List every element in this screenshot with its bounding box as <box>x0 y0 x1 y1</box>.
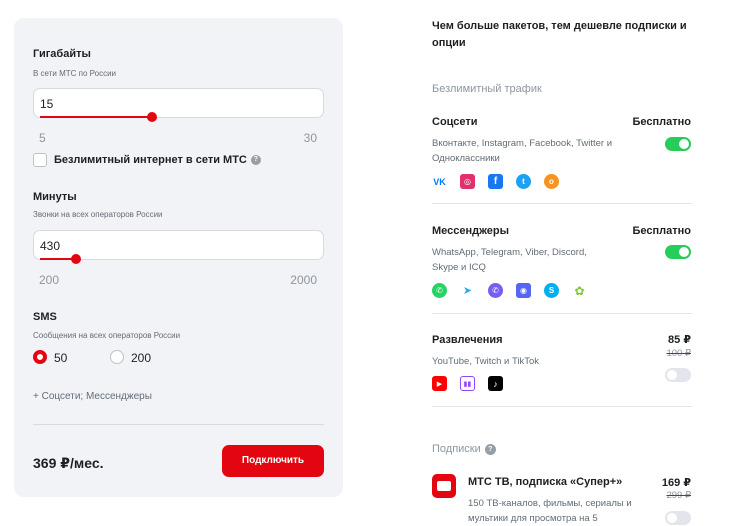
telegram-icon: ➤ <box>460 283 475 298</box>
social-desc: Вконтакте, Instagram, Facebook, Twitter … <box>432 138 612 164</box>
sms-option-50-label: 50 <box>54 351 68 365</box>
unlimited-internet-checkbox[interactable] <box>33 153 47 167</box>
unlimited-internet-label: Безлимитный интернет в сети МТС? <box>54 154 261 166</box>
youtube-icon: ▶ <box>432 376 447 391</box>
messengers-price: Бесплатно <box>632 225 692 237</box>
gigabytes-field[interactable]: 15 <box>33 88 324 122</box>
connect-button[interactable]: Подключить <box>222 445 324 477</box>
minutes-field[interactable]: 430 <box>33 230 324 264</box>
help-icon[interactable]: ? <box>250 155 261 166</box>
entertainment-price: 85 ₽ <box>668 334 691 346</box>
mts-tv-toggle[interactable] <box>665 511 691 525</box>
entertainment-old-price: 100 ₽ <box>666 348 691 359</box>
unlimited-traffic-title: Безлимитный трафик <box>432 83 542 95</box>
facebook-icon: f <box>488 174 503 189</box>
gigabytes-subtitle: В сети МТС по России <box>33 69 117 78</box>
mts-tv-price: 169 ₽ <box>661 477 691 489</box>
tv-screen-icon <box>437 481 451 491</box>
tiktok-icon: ♪ <box>488 376 503 391</box>
toggle-knob <box>667 513 677 523</box>
options-headline: Чем больше пакетов, тем дешевле подписки… <box>432 20 687 49</box>
twitch-icon: ▮▮ <box>460 376 475 391</box>
social-toggle[interactable] <box>665 137 691 151</box>
selected-addons-line: + Соцсети; Мессенджеры <box>33 391 152 402</box>
row-divider <box>432 203 692 204</box>
gigabytes-min: 5 <box>39 131 46 145</box>
card-divider <box>33 424 324 425</box>
toggle-knob <box>679 139 689 149</box>
twitter-icon: t <box>516 174 531 189</box>
viber-icon: ✆ <box>488 283 503 298</box>
minutes-slider-thumb[interactable] <box>71 254 81 264</box>
entertainment-icons: ▶ ▮▮ ♪ <box>432 376 503 392</box>
whatsapp-icon: ✆ <box>432 283 447 298</box>
gigabytes-value: 15 <box>40 97 54 111</box>
mts-tv-desc: 150 ТВ-каналов, фильмы, сериалы и мульти… <box>468 498 632 524</box>
tariff-config-card: Гигабайты В сети МТС по России 15 5 30 Б… <box>14 18 343 497</box>
messenger-icons: ✆ ➤ ✆ ◉ S ✿ <box>432 283 587 299</box>
gigabytes-max: 30 <box>303 131 317 145</box>
toggle-knob <box>667 370 677 380</box>
social-title: Соцсети <box>432 116 478 128</box>
instagram-icon: ◎ <box>460 174 475 189</box>
entertainment-toggle[interactable] <box>665 368 691 382</box>
skype-icon: S <box>544 283 559 298</box>
odnoklassniki-icon: о <box>544 174 559 189</box>
social-icons: VK ◎ f t о <box>432 174 559 190</box>
minutes-max: 2000 <box>290 273 317 287</box>
entertainment-title: Развлечения <box>432 334 503 346</box>
mts-tv-old-price: 299 ₽ <box>666 490 691 501</box>
sms-option-200-label: 200 <box>131 351 152 365</box>
messengers-toggle[interactable] <box>665 245 691 259</box>
minutes-value: 430 <box>40 239 61 253</box>
mts-tv-title: МТС ТВ, подписка «Супер+» <box>468 476 623 488</box>
subscriptions-title: Подписки? <box>432 443 496 455</box>
sms-option-50-radio[interactable] <box>33 350 47 364</box>
icq-icon: ✿ <box>572 283 587 298</box>
row-divider <box>432 313 692 314</box>
messengers-title: Мессенджеры <box>432 225 509 237</box>
vk-icon: VK <box>432 174 447 189</box>
help-icon[interactable]: ? <box>484 443 496 455</box>
sms-subtitle: Сообщения на всех операторов России <box>33 331 181 340</box>
messengers-desc: WhatsApp, Telegram, Viber, Discord, Skyp… <box>432 247 587 273</box>
row-divider <box>432 406 692 407</box>
sms-option-200-radio[interactable] <box>110 350 124 364</box>
sms-title: SMS <box>33 311 57 323</box>
discord-icon: ◉ <box>516 283 531 298</box>
toggle-knob <box>679 247 689 257</box>
gigabytes-slider-fill <box>40 116 152 118</box>
gigabytes-title: Гигабайты <box>33 48 91 60</box>
social-price: Бесплатно <box>632 116 692 128</box>
minutes-subtitle: Звонки на всех операторов России <box>33 210 163 219</box>
gigabytes-slider-thumb[interactable] <box>147 112 157 122</box>
mts-tv-logo-icon <box>432 474 456 498</box>
minutes-min: 200 <box>39 273 60 287</box>
total-price: 369 ₽/мес. <box>33 455 104 471</box>
minutes-title: Минуты <box>33 191 77 203</box>
entertainment-desc: YouTube, Twitch и TikTok <box>432 356 540 367</box>
